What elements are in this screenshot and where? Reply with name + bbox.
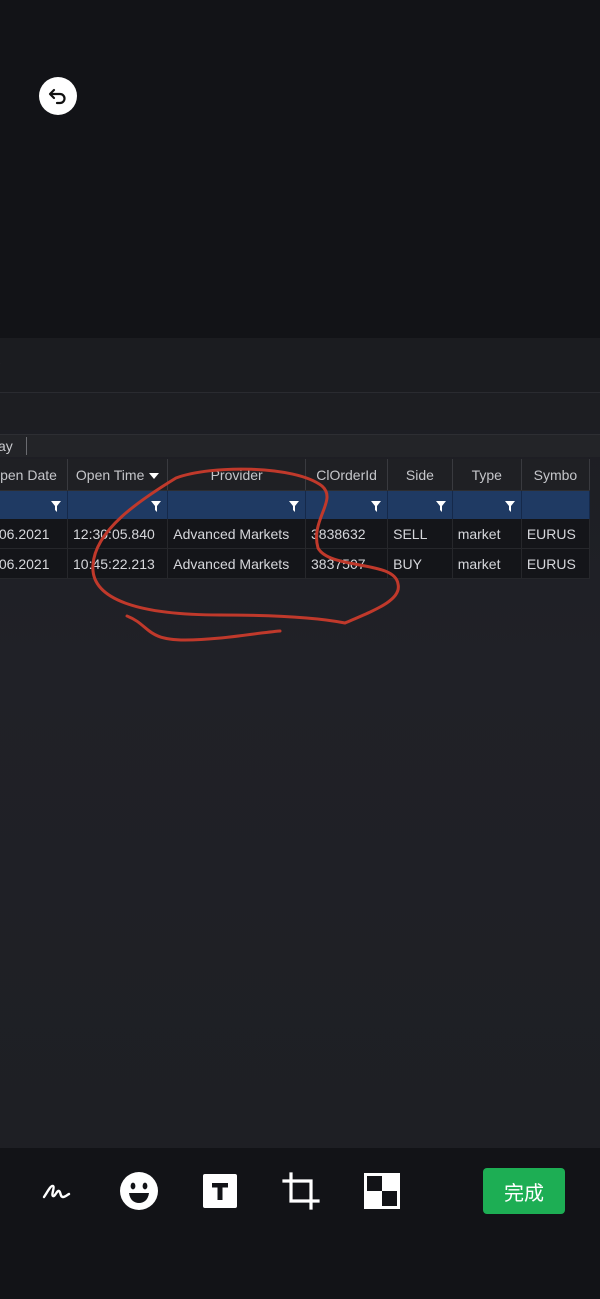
column-header-clorderid[interactable]: ClOrderId: [305, 459, 389, 491]
filter-cell[interactable]: [67, 490, 169, 519]
cell-open-date: .06.2021: [0, 519, 69, 549]
undo-button[interactable]: [39, 77, 77, 115]
orders-table: pen Date Open Time Provider ClOrderId Si…: [0, 459, 591, 579]
column-header-symbol[interactable]: Symbo: [521, 459, 591, 491]
filter-cell[interactable]: [387, 490, 453, 519]
cell-symbol: EURUS: [521, 519, 591, 549]
undo-icon: [48, 88, 66, 105]
table-header-row: pen Date Open Time Provider ClOrderId Si…: [0, 459, 591, 491]
filter-cell[interactable]: [167, 490, 307, 519]
filter-row: [0, 490, 591, 519]
cell-type: market: [452, 548, 522, 579]
filter-icon: [151, 500, 162, 512]
cell-symbol: EURUS: [521, 548, 591, 579]
column-header-open-time[interactable]: Open Time: [67, 459, 169, 491]
filter-icon: [289, 500, 300, 512]
window-panel: [0, 394, 600, 430]
cell-side: SELL: [387, 519, 453, 549]
column-header-provider[interactable]: Provider: [167, 459, 307, 491]
cell-open-time: 12:30:05.840: [67, 519, 169, 549]
cell-clorderid: 3838632: [305, 519, 389, 549]
done-button[interactable]: 完成: [483, 1168, 565, 1214]
grid-toolbar: ay: [0, 434, 600, 457]
cell-provider: Advanced Markets: [167, 519, 307, 549]
filter-icon: [504, 500, 515, 512]
filter-cell[interactable]: [452, 490, 522, 519]
emoji-icon: [120, 1172, 158, 1210]
crop-tool[interactable]: [280, 1170, 322, 1212]
cell-open-date: .06.2021: [0, 548, 69, 579]
top-area: [0, 0, 600, 338]
filter-cell[interactable]: [305, 490, 389, 519]
cell-clorderid: 3837507: [305, 548, 389, 579]
cell-provider: Advanced Markets: [167, 548, 307, 579]
crop-icon: [282, 1172, 320, 1210]
column-header-side[interactable]: Side: [387, 459, 453, 491]
pen-icon: [42, 1184, 71, 1199]
mosaic-icon: [364, 1173, 400, 1209]
text-tool[interactable]: [199, 1170, 241, 1212]
pen-tool[interactable]: [36, 1170, 78, 1212]
filter-icon: [51, 500, 62, 512]
text-icon: [203, 1174, 237, 1208]
toolbar-divider: [26, 437, 27, 455]
filter-icon: [371, 500, 382, 512]
cell-open-time: 10:45:22.213: [67, 548, 169, 579]
column-header-open-date[interactable]: pen Date: [0, 459, 69, 491]
column-header-type[interactable]: Type: [452, 459, 522, 491]
chevron-icon: ›: [0, 354, 1, 370]
cell-type: market: [452, 519, 522, 549]
cell-side: BUY: [387, 548, 453, 579]
table-row[interactable]: .06.2021 10:45:22.213 Advanced Markets 3…: [0, 548, 591, 579]
sort-desc-icon: [149, 472, 160, 479]
emoji-tool[interactable]: [118, 1170, 160, 1212]
filter-icon: [435, 500, 446, 512]
window-titlebar: ›: [0, 338, 600, 393]
screenshot-photo: › ay pen Date Open Time Provider ClOrder…: [0, 338, 600, 1148]
mosaic-tool[interactable]: [361, 1170, 403, 1212]
table-row[interactable]: .06.2021 12:30:05.840 Advanced Markets 3…: [0, 519, 591, 549]
toolbar-label: ay: [0, 438, 13, 454]
filter-cell[interactable]: [0, 490, 69, 519]
filter-cell[interactable]: [521, 490, 591, 519]
